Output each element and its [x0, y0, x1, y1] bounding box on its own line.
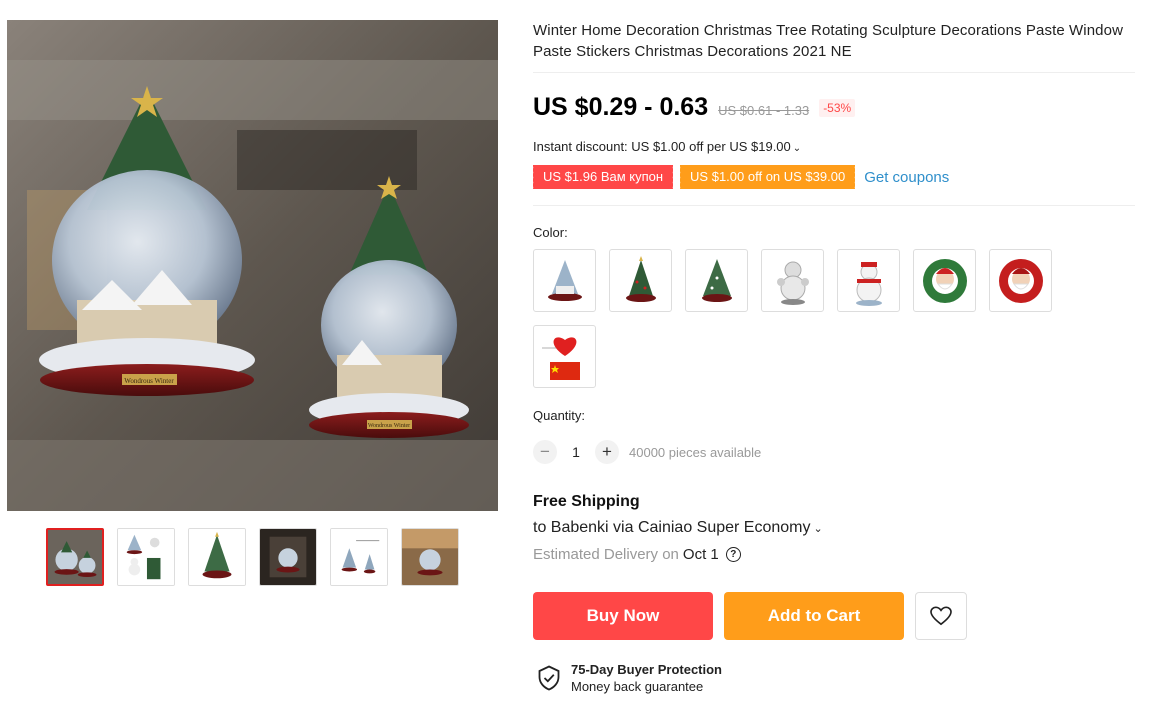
quantity-available: 40000 pieces available [629, 444, 762, 460]
color-option-snowman-red[interactable] [837, 249, 900, 312]
shipping-destination-text: to Babenki via Cainiao Super Economy [533, 519, 811, 536]
thumbnail-2[interactable] [117, 528, 175, 586]
product-title: Winter Home Decoration Christmas Tree Ro… [533, 22, 1124, 60]
decrease-quantity-button[interactable]: − [533, 440, 557, 464]
get-coupons-link[interactable]: Get coupons [864, 169, 949, 186]
color-option-green-tree[interactable] [685, 249, 748, 312]
price-row: US $0.29 - 0.63 US $0.61 - 1.33 -53% [533, 93, 856, 122]
increase-quantity-button[interactable]: + [595, 440, 619, 464]
main-image-label-1: Wondrous Winter [124, 377, 174, 385]
delivery-date: Oct 1 [682, 546, 719, 563]
color-option-santa-wreath-red[interactable] [989, 249, 1052, 312]
thumbnail-5[interactable] [330, 528, 388, 586]
current-price: US $0.29 - 0.63 [533, 93, 709, 121]
quantity-value[interactable]: 1 [557, 444, 595, 460]
color-swatches [533, 249, 1093, 388]
buyer-protection: 75-Day Buyer Protection Money back guara… [537, 662, 722, 694]
coupon-row: US $1.96 Вам купон US $1.00 off on US $3… [530, 165, 949, 189]
add-to-cart-button[interactable]: Add to Cart [724, 592, 904, 640]
thumbnail-strip [46, 528, 459, 586]
divider [533, 72, 1135, 73]
thumbnail-3[interactable] [188, 528, 246, 586]
discount-badge: -53% [819, 99, 856, 117]
chevron-down-icon: ⌄ [813, 523, 823, 535]
color-option-snowman-silver[interactable] [761, 249, 824, 312]
shipping-title: Free Shipping [533, 493, 640, 510]
color-option-santa-wreath-green[interactable] [913, 249, 976, 312]
chevron-down-icon: ⌄ [792, 143, 802, 154]
heart-icon [930, 606, 952, 626]
shipping-destination[interactable]: to Babenki via Cainiao Super Economy ⌄ [533, 519, 823, 537]
quantity-stepper: − 1 + 40000 pieces available [533, 440, 761, 464]
quantity-label: Quantity: [533, 408, 586, 423]
estimated-delivery: Estimated Delivery on Oct 1 ? [533, 546, 741, 563]
thumbnail-1[interactable] [46, 528, 104, 586]
action-buttons: Buy Now Add to Cart [533, 592, 967, 640]
main-product-image[interactable]: Wondrous Winter Wondrous Winter [7, 20, 498, 511]
help-icon[interactable]: ? [725, 547, 741, 562]
instant-discount[interactable]: Instant discount: US $1.00 off per US $1… [533, 139, 801, 154]
original-price: US $0.61 - 1.33 [718, 103, 810, 118]
thumbnail-4[interactable] [259, 528, 317, 586]
coupon-2[interactable]: US $1.00 off on US $39.00 [678, 165, 856, 189]
color-option-heart-flag[interactable] [533, 325, 596, 388]
color-label: Color: [533, 225, 568, 240]
main-image-label-2: Wondrous Winter [368, 423, 410, 429]
protection-subtitle: Money back guarantee [571, 679, 704, 694]
coupon-1[interactable]: US $1.96 Вам купон [530, 165, 674, 189]
thumbnail-6[interactable] [401, 528, 459, 586]
buy-now-button[interactable]: Buy Now [533, 592, 713, 640]
wishlist-button[interactable] [915, 592, 967, 640]
estimated-delivery-label: Estimated Delivery on [533, 546, 679, 563]
instant-discount-text: Instant discount: US $1.00 off per US $1… [533, 139, 791, 154]
divider [533, 205, 1135, 206]
product-info-panel: Winter Home Decoration Christmas Tree Ro… [533, 20, 1135, 62]
shield-check-icon [538, 665, 560, 691]
protection-title: 75-Day Buyer Protection [571, 662, 722, 677]
color-option-tree-sculpture[interactable] [609, 249, 672, 312]
color-option-snowglobe-tree[interactable] [533, 249, 596, 312]
